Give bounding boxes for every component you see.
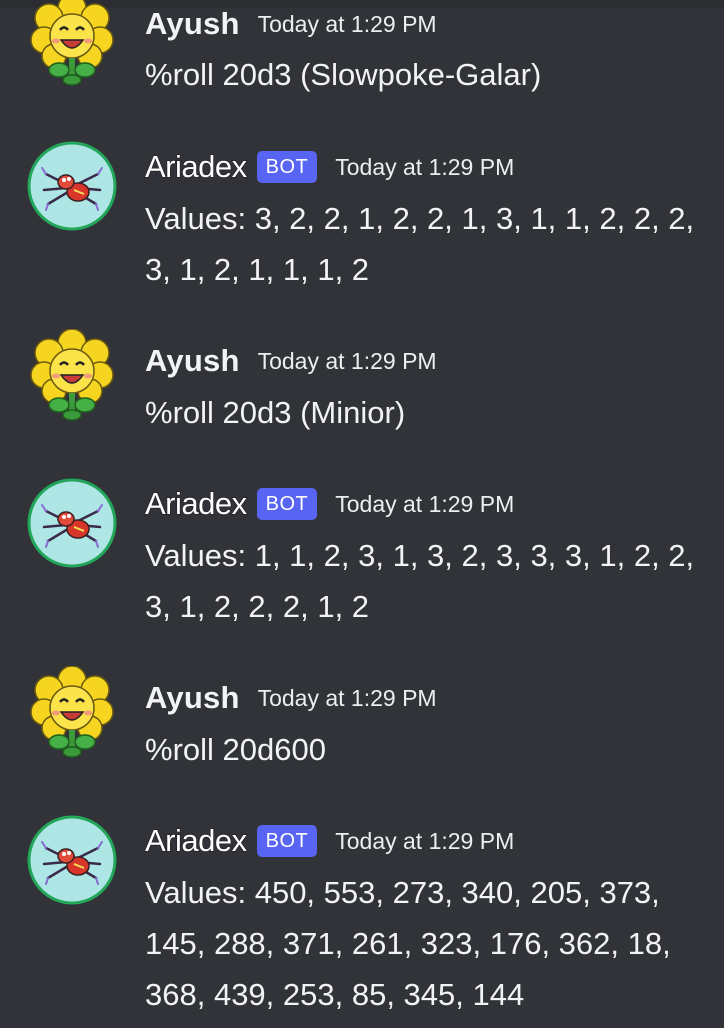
username[interactable]: Ariadex	[144, 148, 247, 185]
timestamp[interactable]: Today at 1:29 PM	[335, 828, 514, 855]
message-content: Values: 3, 2, 2, 1, 2, 2, 1, 3, 1, 1, 2,…	[145, 201, 695, 287]
timestamp[interactable]: Today at 1:29 PM	[258, 685, 437, 712]
username[interactable]: Ariadex	[144, 822, 247, 859]
message-content: Values: 1, 1, 2, 3, 1, 3, 2, 3, 3, 3, 1,…	[145, 538, 695, 624]
username[interactable]: Ayush	[145, 6, 240, 42]
username[interactable]: Ayush	[145, 343, 240, 379]
sunflower-avatar-icon[interactable]	[26, 329, 118, 421]
message-content: Values: 450, 553, 273, 340, 205, 373, 14…	[145, 875, 671, 1012]
bot-tag: BOT	[256, 825, 318, 857]
timestamp[interactable]: Today at 1:29 PM	[258, 348, 437, 375]
message-header: Ariadex BOT Today at 1:29 PM	[144, 821, 514, 861]
bot-tag: BOT	[256, 151, 318, 183]
spider-avatar-icon[interactable]	[26, 140, 118, 232]
sunflower-avatar-icon[interactable]	[26, 0, 118, 86]
username[interactable]: Ayush	[145, 680, 240, 716]
timestamp[interactable]: Today at 1:29 PM	[258, 11, 437, 38]
message-header: Ayush Today at 1:29 PM	[145, 4, 437, 44]
username[interactable]: Ariadex	[144, 485, 247, 522]
spider-avatar-icon[interactable]	[26, 477, 118, 569]
message-header: Ayush Today at 1:29 PM	[145, 341, 437, 381]
timestamp[interactable]: Today at 1:29 PM	[335, 154, 514, 181]
message-header: Ariadex BOT Today at 1:29 PM	[144, 147, 514, 187]
spider-avatar-icon[interactable]	[26, 814, 118, 906]
message-header: Ariadex BOT Today at 1:29 PM	[144, 484, 514, 524]
timestamp[interactable]: Today at 1:29 PM	[335, 491, 514, 518]
message-header: Ayush Today at 1:29 PM	[145, 678, 437, 718]
chat-messages: Ayush Today at 1:29 PM %roll 20d3 (Slowp…	[0, 0, 724, 1028]
sunflower-avatar-icon[interactable]	[26, 666, 118, 758]
message-content: %roll 20d600	[145, 732, 326, 767]
bot-tag: BOT	[256, 488, 318, 520]
message-content: %roll 20d3 (Slowpoke-Galar)	[145, 57, 542, 92]
message-content: %roll 20d3 (Minior)	[145, 395, 406, 430]
